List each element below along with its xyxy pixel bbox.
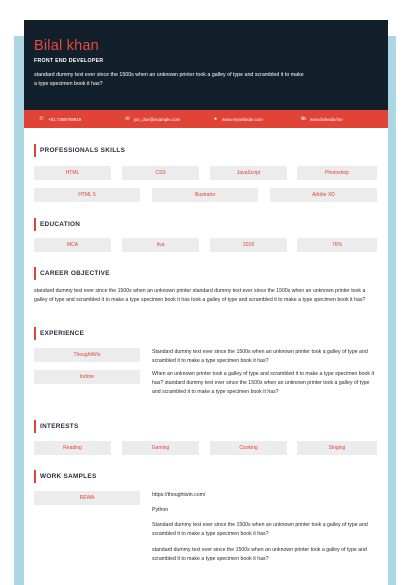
education-chip: 2018 [210,238,287,252]
section-interests-title: INTERESTS [40,423,79,430]
contact-bar: ✆ +91 7389788919 ✉ jon_doe@example.com ●… [24,110,388,128]
skill-chip: JavaScript [210,166,287,180]
education-chip: MCA [34,238,111,252]
section-experience: EXPERIENCE [34,327,84,340]
work-sample-description: standard dummy text ever since the 1500s… [152,547,367,562]
section-work-title: WORK SAMPLES [40,473,97,480]
section-objective: CAREER OBJECTIVE [34,267,110,280]
section-objective-title: CAREER OBJECTIVE [40,270,110,277]
experience-description: Standard dummy text ever since the 1500s… [152,349,368,364]
section-accent-bar [34,267,36,280]
skill-chip: HTML [34,166,111,180]
education-chip: Iiva [122,238,199,252]
contact-linkedin-text: www.linkedin/me [310,116,343,122]
section-accent-bar [34,420,36,433]
skill-chip: Photoshop [297,166,377,180]
skill-chip: HTML 5 [34,188,140,202]
objective-text: standard dummy text ever since the 1500s… [34,288,366,303]
header-summary: standard dummy text ever since the 1500s… [34,72,304,87]
interest-chip: Cooking [210,441,287,455]
section-skills-title: PROFESSIONALS SKILLS [40,147,126,154]
skill-chip: Adobe XD [270,188,377,202]
candidate-role: FRONT END DEVELOPER [34,58,104,64]
work-sample-chip: REWA [34,491,140,505]
interest-chip: Gaming [122,441,199,455]
resume-paper: Bilal khan FRONT END DEVELOPER standard … [24,20,388,585]
skill-chip: CSS [122,166,199,180]
section-education-title: EDUCATION [40,221,81,228]
experience-company-chip: Indore [34,370,140,384]
candidate-name: Bilal khan [34,38,99,54]
section-experience-title: EXPERIENCE [40,330,85,337]
skill-chip: Illustrator [152,188,258,202]
contact-email-text: jon_doe@example.com [134,116,181,122]
work-sample-url[interactable]: https://thoughtwin.com/ [152,491,377,500]
section-accent-bar [34,218,36,231]
interest-chip: Singing [297,441,377,455]
experience-company-chip: ThoughtWin [34,348,140,362]
resume-page: Bilal khan FRONT END DEVELOPER standard … [0,0,417,585]
work-sample-tech: Python [152,507,169,513]
section-interests: INTERESTS [34,420,79,433]
contact-phone-text: +91 7389788919 [48,116,82,122]
contact-linkedin[interactable]: in www.linkedin/me [301,110,343,128]
section-education: EDUCATION [34,218,80,231]
section-accent-bar [34,144,36,157]
interest-chip: Reading [34,441,111,455]
section-skills: PROFESSIONALS SKILLS [34,144,125,157]
contact-website-text: www.mywebsite.com [222,116,263,122]
section-accent-bar [34,327,36,340]
work-sample-description: Standard dummy text ever since the 1500s… [152,522,368,537]
mail-icon: ✉ [125,116,130,122]
contact-email[interactable]: ✉ jon_doe@example.com [125,110,180,128]
contact-phone[interactable]: ✆ +91 7389788919 [39,110,81,128]
section-accent-bar [34,470,36,483]
section-work-samples: WORK SAMPLES [34,470,97,483]
resume-header: Bilal khan FRONT END DEVELOPER standard … [24,20,388,110]
contact-website[interactable]: ● www.mywebsite.com [213,110,263,128]
education-chip: 76% [297,238,377,252]
phone-icon: ✆ [39,116,44,122]
experience-description: When an unknown printer took a galley of… [152,371,375,395]
linkedin-icon: in [301,116,306,122]
globe-icon: ● [213,116,218,122]
